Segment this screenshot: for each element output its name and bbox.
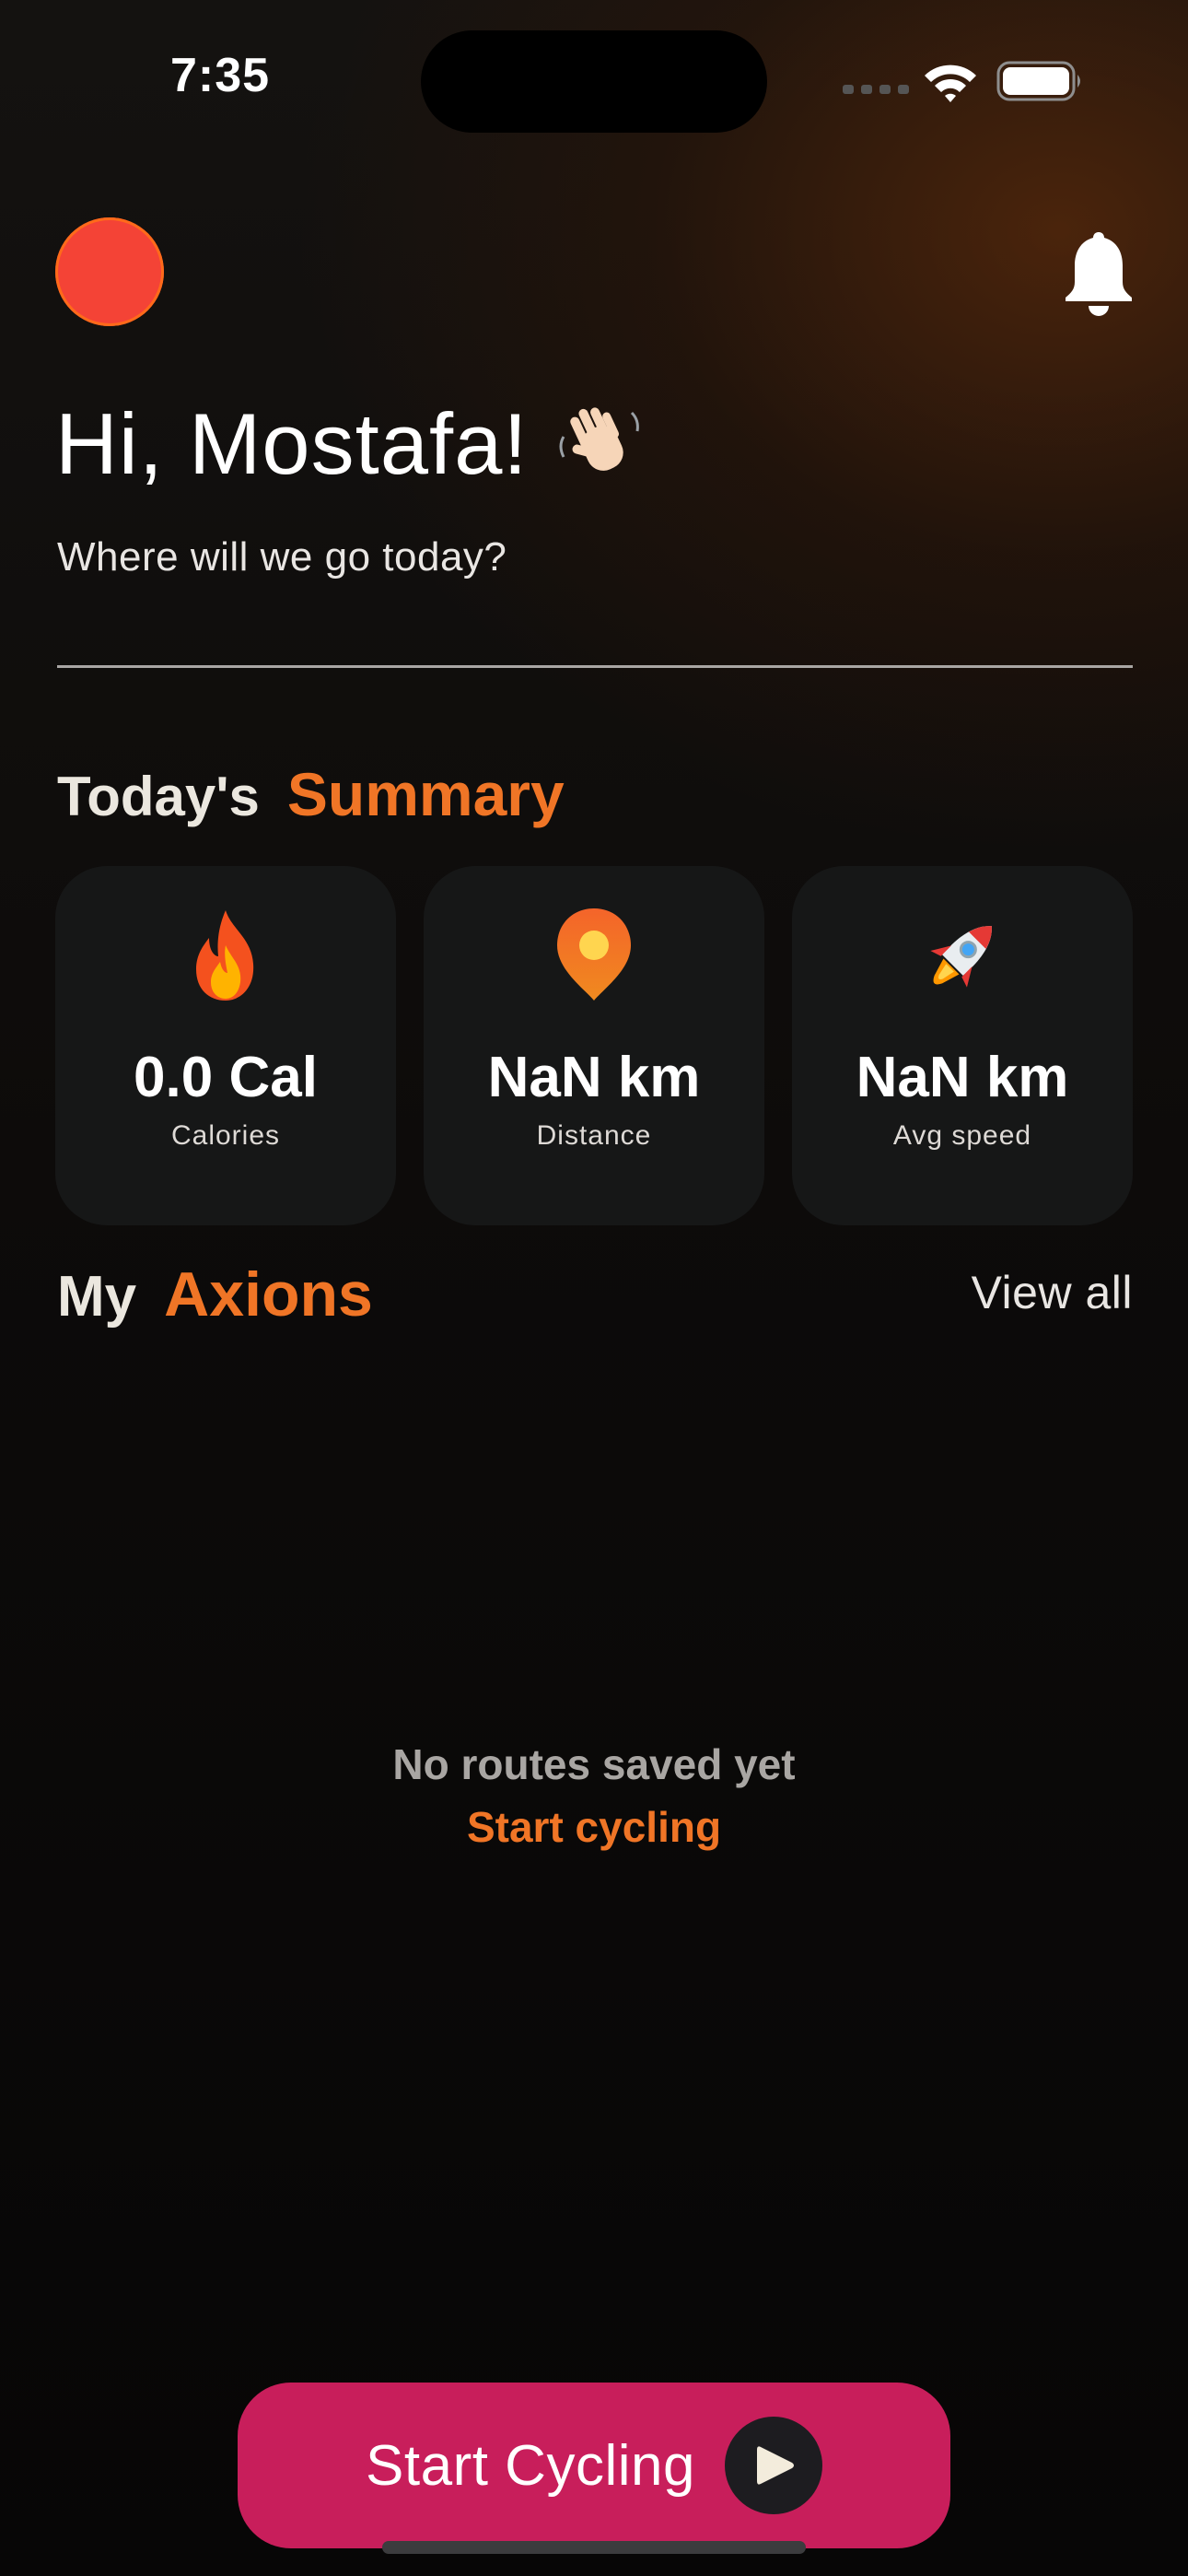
calories-value: 0.0 Cal [134,1046,318,1109]
fire-icon [196,910,254,1001]
summary-heading: Today's Summary [57,759,565,829]
view-all-link[interactable]: View all [972,1266,1133,1319]
empty-routes-message: No routes saved yet [392,1740,796,1788]
axions-heading: My Axions [57,1259,373,1330]
distance-card: NaN km Distance [424,866,764,1225]
start-cycling-link[interactable]: Start cycling [0,1802,1188,1852]
location-pin-icon [557,908,631,1001]
play-button-circle [724,2417,822,2514]
distance-label: Distance [536,1120,652,1151]
avg-speed-value: NaN km [856,1046,1069,1109]
summary-heading-plain: Today's [57,766,260,827]
greeting-text: Hi, Mostafa! [55,395,529,492]
summary-heading-accent: Summary [286,760,565,828]
calories-card: 0.0 Cal Calories [55,866,396,1225]
calories-label: Calories [170,1120,281,1151]
distance-value: NaN km [487,1046,701,1109]
start-cycling-button[interactable]: Start Cycling [238,2383,950,2548]
greeting: Hi, Mostafa! [55,394,643,494]
cellular-signal-icon [843,85,909,94]
battery-icon [996,61,1080,101]
greeting-subtitle: Where will we go today? [57,534,507,580]
axions-heading-accent: Axions [164,1259,373,1329]
axions-heading-plain: My [57,1265,137,1329]
avatar[interactable] [55,217,164,326]
home-indicator[interactable] [382,2541,806,2554]
waving-hand-icon [559,407,639,471]
status-time: 7:35 [170,49,271,102]
avg-speed-card: NaN km Avg speed [792,866,1133,1225]
rocket-icon [930,926,992,988]
divider [57,665,1133,668]
home-screen: 7:35 Hi, Mostafa! Where will we go today… [0,0,1188,2576]
dynamic-island [421,30,767,133]
start-cycling-label: Start Cycling [366,2433,695,2498]
avg-speed-label: Avg speed [892,1120,1032,1151]
play-icon [756,2446,794,2485]
bell-icon[interactable] [1061,228,1136,317]
wifi-icon [925,64,976,102]
